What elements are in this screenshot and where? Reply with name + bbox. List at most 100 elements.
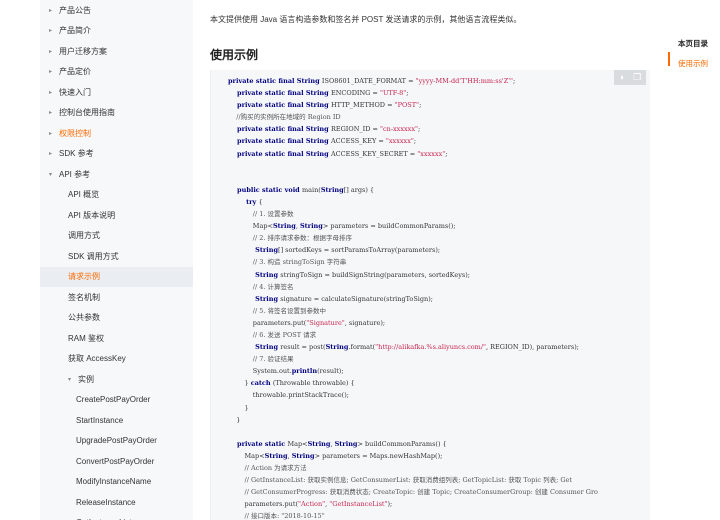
sidebar-item-label: 产品简介: [59, 26, 91, 36]
code-token: // 7. 验证结果: [228, 355, 294, 364]
code-token: "xxxxxx": [385, 137, 414, 146]
code-token: String: [228, 343, 281, 352]
code-token: // 3. 构造 stringToSign 字符串: [228, 258, 347, 267]
sidebar-item[interactable]: 公共参数: [40, 308, 193, 329]
sidebar-item[interactable]: ▸ 产品定价: [40, 62, 193, 83]
code-token: String: [228, 246, 279, 255]
code-token: String: [272, 222, 296, 231]
sidebar-item[interactable]: 调用方式: [40, 226, 193, 247]
code-line: //购买的实例所在地域的 Region ID: [228, 111, 598, 123]
copy-icon[interactable]: ❐: [633, 73, 641, 82]
sidebar-item[interactable]: SDK 调用方式: [40, 246, 193, 267]
sidebar-item-label: API 参考: [59, 169, 91, 179]
intro-text: 本文提供使用 Java 语言构造参数和签名并 POST 发送请求的示例，其他语言…: [210, 15, 522, 24]
sidebar-item[interactable]: ConvertPostPayOrder: [40, 451, 193, 472]
sidebar-item-label: UpgradePostPayOrder: [76, 436, 157, 446]
sidebar-item-label: 权限控制: [59, 128, 91, 138]
sidebar-item[interactable]: API 版本说明: [40, 205, 193, 226]
code-token: private static final String: [228, 137, 331, 146]
sidebar-item[interactable]: 请求示例: [40, 266, 193, 287]
code-token: REGION_ID =: [330, 125, 380, 134]
code-line: // 6. 发送 POST 请求: [228, 329, 598, 341]
code-token: }: [228, 415, 241, 424]
code-token: private static final String: [228, 77, 322, 85]
code-token: ;: [513, 77, 516, 85]
code-token: ;: [406, 89, 409, 98]
sidebar-item[interactable]: RAM 鉴权: [40, 328, 193, 349]
code-token: (result);: [317, 367, 344, 376]
caret-right-icon: ▸: [49, 130, 53, 137]
caret-right-icon: ▸: [49, 7, 53, 14]
sidebar-item[interactable]: ▸ 快速入门: [40, 82, 193, 103]
sidebar-item-label: ModifyInstanceName: [76, 477, 152, 487]
code-token: private static final String: [228, 149, 331, 158]
sidebar-item[interactable]: 签名机制: [40, 287, 193, 308]
sidebar-item-label: 签名机制: [68, 292, 100, 302]
code-token: public static void: [228, 185, 302, 194]
sidebar-item[interactable]: ▾ API 参考: [40, 164, 193, 185]
code-token: parameters.put(: [228, 318, 307, 327]
sidebar-item-label: 获取 AccessKey: [68, 354, 126, 364]
code-token: main(: [301, 185, 321, 194]
code-line: parameters.put("Action", "GetInstanceLis…: [228, 498, 598, 510]
code-line: private static final String ACCESS_KEY_S…: [228, 148, 598, 160]
sidebar-item[interactable]: ▸ 用户迁移方案: [40, 41, 193, 62]
code-token: "POST": [394, 101, 420, 110]
sidebar-item[interactable]: ▸ 产品简介: [40, 21, 193, 42]
code-token: private static final String: [228, 101, 331, 110]
code-token: ;: [445, 149, 448, 158]
sidebar-item[interactable]: GetInstanceList: [40, 513, 193, 520]
sidebar-item[interactable]: ▸ 权限控制: [40, 123, 193, 144]
code-line: private static final String ENCODING = "…: [228, 87, 598, 99]
code-line: // GetConsumerProgress: 获取消费状态; CreateTo…: [228, 486, 598, 498]
sidebar-item-label: API 概览: [68, 190, 100, 200]
code-token: ACCESS_KEY_SECRET =: [330, 149, 418, 158]
code-block: ◑ ❐ private static final String ISO8601_…: [210, 70, 650, 520]
code-token: > parameters = buildCommonParams();: [322, 222, 456, 231]
code-token: try: [228, 197, 259, 206]
code-token: String: [228, 270, 281, 279]
sidebar-item[interactable]: 获取 AccessKey: [40, 349, 193, 370]
code-token: , REGION_ID), parameters);: [486, 343, 579, 352]
code-token: String: [299, 222, 323, 231]
sidebar-item-label: SDK 参考: [59, 149, 94, 159]
sidebar-item-label: 产品定价: [59, 67, 91, 77]
theme-toggle-icon[interactable]: ◑: [619, 73, 624, 82]
sidebar-item[interactable]: UpgradePostPayOrder: [40, 431, 193, 452]
code-line: // 2. 排序请求参数：根据字母排序: [228, 232, 598, 244]
code-token: > buildCommonParams() {: [357, 439, 447, 448]
sidebar-item[interactable]: ▸ 控制台使用指南: [40, 103, 193, 124]
code-token: Map<: [228, 222, 273, 231]
code-line: private static final String HTTP_METHOD …: [228, 99, 598, 111]
code-token: }: [228, 403, 249, 412]
code-line: // 4. 计算签名: [228, 281, 598, 293]
code-token: private static final String: [228, 89, 331, 98]
toc-item[interactable]: 使用示例: [678, 58, 720, 69]
sidebar-item-label: API 版本说明: [68, 210, 116, 220]
code-token: "http://alikafka.%s.aliyuncs.com/": [375, 343, 487, 352]
sidebar-item[interactable]: StartInstance: [40, 410, 193, 431]
sidebar-item-label: RAM 鉴权: [68, 333, 104, 343]
caret-down-icon: ▾: [49, 171, 53, 178]
sidebar-item-label: 调用方式: [68, 231, 100, 241]
sidebar-item[interactable]: API 概览: [40, 185, 193, 206]
toc-title: 本页目录: [678, 39, 708, 48]
sidebar-item[interactable]: ▾ 实例: [40, 369, 193, 390]
code-token: (Throwable throwable) {: [272, 379, 355, 388]
code-line: parameters.put("Signature", signature);: [228, 317, 598, 329]
sidebar-item[interactable]: ReleaseInstance: [40, 492, 193, 513]
code-token: String: [228, 294, 281, 303]
code-line: // Action 为请求方法: [228, 462, 598, 474]
code-line: System.out.println(result);: [228, 365, 598, 377]
caret-right-icon: ▸: [49, 89, 53, 96]
code-token: parameters.put(: [228, 500, 299, 509]
sidebar-item[interactable]: ▸ SDK 参考: [40, 144, 193, 165]
sidebar-item[interactable]: CreatePostPayOrder: [40, 390, 193, 411]
sidebar-item-label: ReleaseInstance: [76, 497, 136, 507]
sidebar-item[interactable]: ▸ 产品公告: [40, 0, 193, 21]
sidebar-item[interactable]: ModifyInstanceName: [40, 472, 193, 493]
sidebar-item-label: SDK 调用方式: [68, 251, 119, 261]
code-token: // 5. 将签名设置到参数中: [228, 306, 327, 315]
